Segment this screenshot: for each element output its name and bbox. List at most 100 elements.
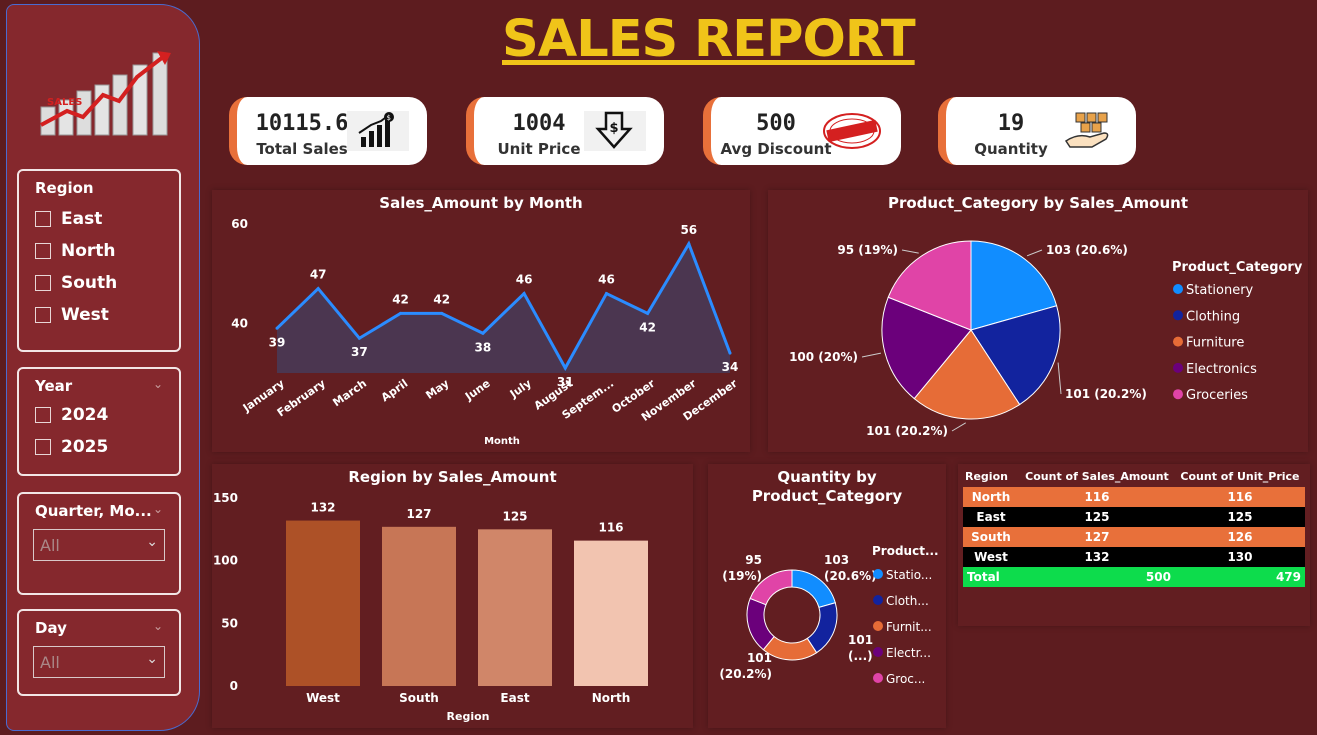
x-tick-label: East [500, 691, 529, 705]
x-tick-label: May [423, 377, 451, 402]
quarter-slicer: Quarter, Mo... ⌄ All ⌄ [17, 492, 181, 595]
data-label: 46 [516, 273, 533, 287]
data-label: (20.2%) [719, 667, 772, 681]
checkbox[interactable] [35, 307, 51, 323]
checkbox[interactable] [35, 275, 51, 291]
legend-marker [1173, 389, 1183, 400]
y-tick-label: 150 [213, 491, 238, 505]
y-tick-label: 60 [231, 217, 248, 231]
table-row: South 127 126 [963, 527, 1305, 547]
chevron-down-icon[interactable]: ⌄ [153, 619, 163, 633]
data-label: 101 [848, 633, 873, 647]
day-slicer: Day ⌄ All ⌄ [17, 609, 181, 696]
column-header-count-price[interactable]: Count of Unit_Price [1175, 466, 1305, 487]
x-tick-label: March [330, 377, 369, 410]
quarter-slicer-title: Quarter, Mo... [35, 502, 152, 520]
column-header-count-sales[interactable]: Count of Sales_Amount [1019, 466, 1175, 487]
data-label: 125 [502, 509, 527, 523]
data-label: 56 [680, 223, 697, 237]
data-point [522, 292, 526, 296]
table-cell: 500 [1019, 567, 1175, 587]
table-cell: 116 [1019, 487, 1175, 507]
day-dropdown[interactable]: All ⌄ [33, 646, 165, 678]
data-label: 34 [722, 360, 739, 374]
quarter-dropdown[interactable]: All ⌄ [33, 529, 165, 561]
kpi-avg-discount: 500 Avg Discount [703, 97, 901, 165]
legend-marker [1173, 336, 1183, 347]
table-cell: South [963, 527, 1019, 547]
kpi-quantity: 19 Quantity [938, 97, 1136, 165]
x-tick-label: South [399, 691, 439, 705]
data-label: 101 (20.2%) [1065, 387, 1147, 401]
kpi-unit-price: 1004 Unit Price $ [466, 97, 664, 165]
chevron-down-icon[interactable]: ⌄ [153, 377, 163, 391]
day-slicer-title: Day [35, 619, 67, 637]
region-option-east[interactable]: East [35, 209, 102, 229]
year-slicer-title: Year [35, 377, 73, 395]
data-label: 101 (20.2%) [866, 424, 948, 438]
quantity-donut-chart: 103 (20.6%) 101 (...) 101 (20.2%) 95 (19%) Produ… [719, 544, 938, 686]
checkbox[interactable] [35, 211, 51, 227]
bar-chart-dollar-icon: $ [347, 111, 409, 151]
table-cell: 127 [1019, 527, 1175, 547]
data-label: 42 [433, 292, 450, 306]
data-label: 37 [351, 345, 368, 359]
data-label: 42 [639, 320, 656, 334]
data-label: 95 [745, 553, 762, 567]
bar [382, 526, 456, 686]
dollar-down-arrow-icon: $ [584, 111, 646, 151]
column-header-region[interactable]: Region [963, 466, 1019, 487]
data-label: (20.6%) [824, 569, 877, 583]
chevron-down-icon: ⌄ [146, 534, 158, 550]
sales-by-month-chart: 406039January47February37March42April42M… [231, 217, 740, 447]
checkbox[interactable] [35, 407, 51, 423]
x-tick-label: April [379, 377, 411, 404]
legend-label: Furnit... [886, 620, 932, 634]
region-option-south[interactable]: South [35, 273, 117, 293]
legend-marker [873, 673, 883, 683]
chevron-down-icon[interactable]: ⌄ [153, 502, 163, 516]
legend-marker [873, 595, 883, 605]
boxes-hand-icon [1064, 112, 1109, 148]
legend-label: Cloth... [886, 594, 929, 608]
region-bar-chart: 0 50 100 150 132 West 127 South 125 East 116 North R… [213, 491, 648, 723]
table-cell: 126 [1174, 527, 1305, 547]
area-fill [277, 243, 730, 373]
data-label: 42 [392, 292, 409, 306]
table-cell: East [963, 507, 1019, 527]
data-label: 132 [310, 501, 335, 515]
discount-stamp-icon [823, 113, 881, 149]
data-point [275, 326, 279, 330]
region-option-north[interactable]: North [35, 241, 116, 261]
data-label: 103 [824, 553, 849, 567]
legend-label: Electr... [886, 646, 931, 660]
legend-label: Furniture [1186, 336, 1244, 351]
region-slicer: Region East North South West [17, 169, 181, 352]
table-cell: 125 [1019, 507, 1175, 527]
legend-marker [873, 621, 883, 631]
data-point [728, 351, 732, 355]
table-cell: North [963, 487, 1019, 507]
data-point [604, 292, 608, 296]
data-label: 47 [310, 268, 327, 282]
table-total-row: Total 500 479 [963, 567, 1305, 587]
x-axis-title: Region [447, 710, 490, 723]
kpi-total-sales: 10115.6 Total Sales $ [229, 97, 427, 165]
data-point [357, 336, 361, 340]
data-point [399, 311, 403, 315]
year-option-2024[interactable]: 2024 [35, 405, 108, 425]
checkbox[interactable] [35, 439, 51, 455]
table-cell: 132 [1019, 547, 1175, 567]
legend-marker [1173, 362, 1183, 373]
category-pie-panel: Product_Category by Sales_Amount 103 (20… [768, 190, 1308, 452]
checkbox[interactable] [35, 243, 51, 259]
year-option-2025[interactable]: 2025 [35, 437, 108, 457]
region-option-west[interactable]: West [35, 305, 109, 325]
data-label: (...) [848, 649, 873, 663]
leader-line [861, 352, 882, 358]
x-axis-title: Month [484, 436, 520, 447]
data-label: 116 [598, 521, 623, 535]
page-title: SALES REPORT [502, 10, 916, 69]
data-label: 39 [269, 335, 286, 349]
year-slicer: Year ⌄ 2024 2025 [17, 367, 181, 476]
